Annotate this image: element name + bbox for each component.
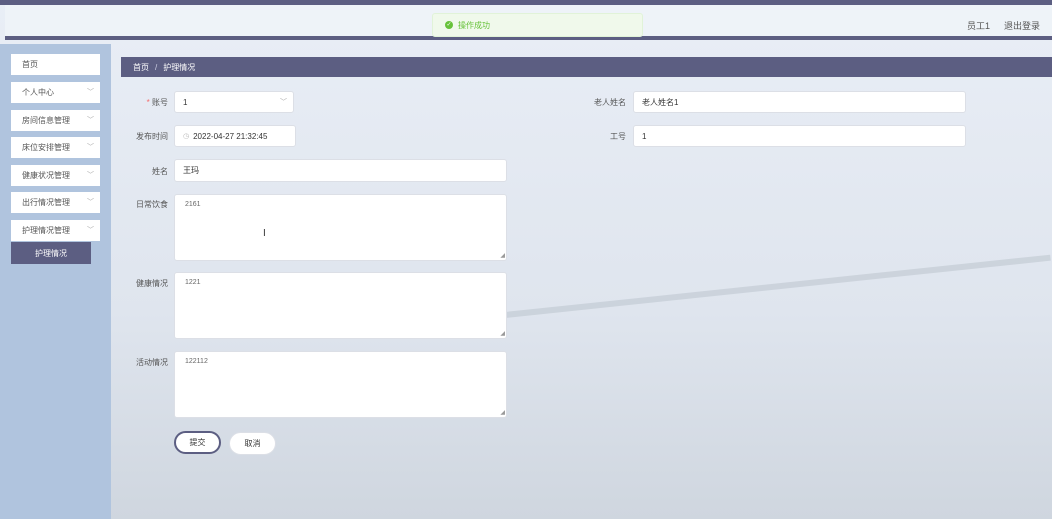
- account-label: * 账号: [146, 98, 168, 107]
- chevron-down-icon: ﹀: [87, 144, 94, 151]
- resize-handle-icon[interactable]: ◢: [500, 252, 505, 259]
- resize-handle-icon[interactable]: ◢: [500, 409, 505, 416]
- sidebar: 首页 个人中心 ﹀ 房间信息管理 ﹀ 床位安排管理 ﹀ 健康状况管理 ﹀ 出行情…: [0, 44, 111, 519]
- activity-label: 活动情况: [136, 358, 168, 367]
- sidebar-item-bed-management[interactable]: 床位安排管理 ﹀: [11, 137, 100, 158]
- sidebar-item-label: 健康状况管理: [22, 171, 70, 180]
- health-label: 健康情况: [136, 279, 168, 288]
- resize-handle-icon[interactable]: ◢: [500, 330, 505, 337]
- check-circle-icon: ✓: [445, 21, 453, 29]
- sidebar-item-label: 个人中心: [22, 88, 54, 97]
- sidebar-item-label: 首页: [22, 60, 38, 69]
- chevron-down-icon: ﹀: [280, 99, 287, 106]
- text-cursor-icon: I: [263, 228, 266, 239]
- sidebar-item-nursing-management[interactable]: 护理情况管理 ﹀: [11, 220, 100, 241]
- chevron-down-icon: ﹀: [87, 199, 94, 206]
- health-textarea[interactable]: 1221 ◢: [174, 272, 507, 339]
- sidebar-item-label: 房间信息管理: [22, 116, 70, 125]
- work-no-input[interactable]: 1: [633, 125, 966, 147]
- chevron-down-icon: ﹀: [87, 117, 94, 124]
- header: ✓ 操作成功 员工1 退出登录: [5, 5, 1052, 40]
- publish-time-picker[interactable]: ◷ 2022-04-27 21:32:45: [174, 125, 296, 147]
- account-select[interactable]: 1 ﹀: [174, 91, 294, 113]
- logout-link[interactable]: 退出登录: [1004, 19, 1040, 32]
- cancel-button[interactable]: 取消: [229, 432, 276, 455]
- chevron-down-icon: ﹀: [87, 172, 94, 179]
- sidebar-item-outing-management[interactable]: 出行情况管理 ﹀: [11, 192, 100, 213]
- background-decoration: [492, 254, 1051, 320]
- work-no-label: 工号: [610, 132, 626, 141]
- submit-button[interactable]: 提交: [174, 431, 221, 454]
- name-label: 姓名: [152, 167, 168, 176]
- toast-text: 操作成功: [458, 20, 490, 30]
- success-toast: ✓ 操作成功: [432, 13, 643, 37]
- name-input[interactable]: 王玛: [174, 159, 507, 182]
- sidebar-item-room-management[interactable]: 房间信息管理 ﹀: [11, 110, 100, 131]
- sidebar-item-label: 护理情况管理: [22, 226, 70, 235]
- elder-name-label: 老人姓名: [594, 98, 626, 107]
- chevron-down-icon: ﹀: [87, 227, 94, 234]
- sidebar-subitem-nursing[interactable]: 护理情况: [11, 242, 91, 264]
- publish-time-label: 发布时间: [136, 132, 168, 141]
- sidebar-item-label: 出行情况管理: [22, 198, 70, 207]
- sidebar-item-health-management[interactable]: 健康状况管理 ﹀: [11, 165, 100, 186]
- chevron-down-icon: ﹀: [87, 89, 94, 96]
- breadcrumb-separator: /: [155, 62, 158, 72]
- elder-name-input[interactable]: 老人姓名1: [633, 91, 966, 113]
- breadcrumb-current: 护理情况: [163, 62, 196, 72]
- diet-label: 日常饮食: [136, 200, 168, 209]
- clock-icon: ◷: [183, 133, 190, 140]
- breadcrumb: 首页 / 护理情况: [121, 57, 1052, 77]
- sidebar-item-personal-center[interactable]: 个人中心 ﹀: [11, 82, 100, 103]
- current-user: 员工1: [966, 21, 990, 31]
- diet-textarea[interactable]: 2161 ◢: [174, 194, 507, 261]
- activity-textarea[interactable]: 122112 ◢: [174, 351, 507, 418]
- breadcrumb-home[interactable]: 首页: [133, 62, 149, 73]
- sidebar-item-label: 床位安排管理: [22, 143, 70, 152]
- sidebar-item-home[interactable]: 首页: [11, 54, 100, 75]
